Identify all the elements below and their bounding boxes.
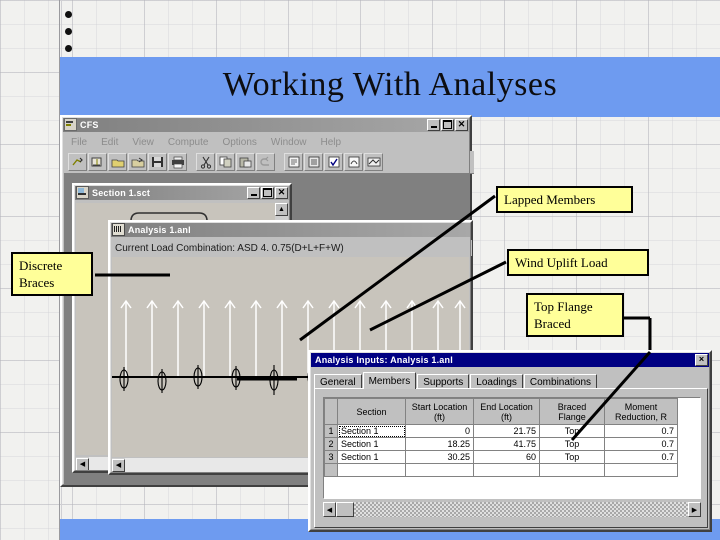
callout-top-flange-braced: Top Flange Braced bbox=[526, 293, 624, 337]
callout-line: Discrete bbox=[19, 258, 63, 273]
tab-members[interactable]: Members bbox=[362, 372, 417, 389]
callout-line: Wind Uplift Load bbox=[515, 255, 608, 270]
callout-line: Braced bbox=[534, 316, 571, 331]
callout-wind-uplift-load: Wind Uplift Load bbox=[507, 249, 649, 276]
callout-discrete-braces: Discrete Braces bbox=[11, 252, 93, 296]
callout-lapped-members: Lapped Members bbox=[496, 186, 633, 213]
callout-line: Braces bbox=[19, 275, 55, 290]
callout-line: Lapped Members bbox=[504, 192, 596, 207]
callout-line: Top Flange bbox=[534, 299, 593, 314]
